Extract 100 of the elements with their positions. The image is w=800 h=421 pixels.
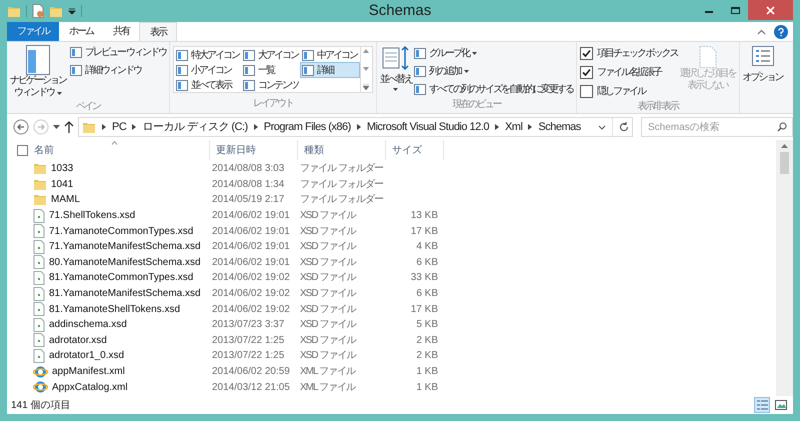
layout-option[interactable]: コンテンツ: [242, 78, 300, 92]
close-button[interactable]: [748, 0, 793, 20]
layout-option[interactable]: 小アイコン: [174, 63, 241, 77]
file-name[interactable]: 81.YamanoteManifestSchema.xsd: [49, 286, 201, 302]
scrollbar-thumb[interactable]: [780, 152, 789, 174]
view-button[interactable]: グループ化: [414, 46, 573, 61]
globe-document-icon: [33, 380, 48, 394]
file-name[interactable]: adrotator1_0.xsd: [49, 348, 124, 364]
search-field[interactable]: Schemasの検索: [641, 117, 793, 137]
table-cell-text: 2 KB: [415, 349, 438, 364]
options-button[interactable]: オプション: [742, 42, 783, 85]
view-button[interactable]: すべての列のサイズを自動的に変更する: [414, 82, 573, 97]
breadcrumb[interactable]: Microsoft Visual Studio 12.0: [366, 118, 489, 136]
large-icons-view-button[interactable]: [773, 397, 789, 413]
folder-icon: [33, 162, 47, 176]
file-name[interactable]: appManifest.xml: [52, 364, 125, 380]
layout-option[interactable]: 特大アイコン: [174, 48, 241, 62]
checkbox[interactable]: [580, 85, 593, 98]
refresh-icon[interactable]: [619, 122, 629, 132]
back-button[interactable]: [13, 119, 29, 135]
file-name[interactable]: 81.YamanoteShellTokens.xsd: [49, 302, 180, 317]
checkbox[interactable]: [580, 47, 593, 60]
column-header[interactable]: サイズ: [386, 140, 444, 160]
table-cell-text: 4 KB: [415, 240, 438, 254]
scroll-up-icon[interactable]: [781, 144, 788, 148]
breadcrumb[interactable]: Schemas: [538, 118, 581, 136]
file-name[interactable]: addinschema.xsd: [49, 317, 127, 332]
scroll-down-icon[interactable]: [363, 66, 370, 70]
layout-option[interactable]: 並べて表示: [174, 78, 241, 92]
navigation-pane-button[interactable]: ナビゲーション ウィンドウ: [10, 45, 66, 99]
vertical-scrollbar[interactable]: [776, 140, 793, 396]
breadcrumb[interactable]: PC: [112, 118, 126, 136]
column-header[interactable]: 名前: [28, 140, 210, 160]
file-name[interactable]: 81.YamanoteCommonTypes.xsd: [49, 270, 194, 286]
breadcrumb[interactable]: Xml: [504, 118, 522, 136]
navigation-pane-icon: [26, 45, 50, 75]
scroll-up-icon[interactable]: [363, 49, 370, 53]
layout-option[interactable]: 一覧: [242, 63, 300, 77]
details-view-button[interactable]: [754, 397, 770, 413]
document-icon: [33, 208, 45, 223]
file-name[interactable]: 1041: [51, 176, 74, 192]
table-cell-text: XSD ファイル: [300, 224, 357, 239]
file-name[interactable]: 71.ShellTokens.xsd: [49, 208, 136, 224]
table-cell-text: 2013/07/22 1:25: [212, 349, 286, 364]
document-icon: [33, 318, 45, 332]
chevron-right-icon[interactable]: [254, 124, 258, 130]
checkbox-label: 項目チェック ボックス: [596, 47, 678, 61]
checkbox-label: 隠しファイル: [596, 84, 645, 99]
table-cell-text: XSD ファイル: [300, 302, 357, 317]
pane-button[interactable]: プレビュー ウィンドウ: [70, 45, 166, 60]
chevron-right-icon[interactable]: [356, 124, 361, 130]
table-cell-text: 1 KB: [415, 380, 438, 395]
pane-button[interactable]: 詳細ウィンドウ: [70, 63, 166, 78]
file-name[interactable]: 80.YamanoteManifestSchema.xsd: [49, 254, 201, 270]
file-name[interactable]: adrotator.xsd: [49, 332, 107, 348]
search-icon: [777, 122, 787, 132]
column-header[interactable]: 更新日時: [210, 140, 298, 160]
view-button[interactable]: 列の追加: [414, 64, 573, 79]
document-icon: [33, 224, 45, 238]
table-cell-text: 2014/06/02 19:01: [212, 224, 291, 239]
chevron-right-icon[interactable]: [494, 124, 499, 130]
collapse-icon[interactable]: [757, 28, 766, 34]
layout-option[interactable]: 詳細: [300, 63, 359, 77]
ribbon-tab[interactable]: 表示: [139, 22, 177, 41]
file-name[interactable]: 71.YamanoteCommonTypes.xsd: [49, 224, 194, 239]
dropdown-icon[interactable]: [598, 124, 606, 130]
document-icon: [33, 255, 45, 270]
file-name[interactable]: 71.YamanoteManifestSchema.xsd: [49, 239, 201, 254]
dropdown-icon[interactable]: [68, 7, 76, 15]
select-all-checkbox[interactable]: [17, 144, 28, 156]
item-count: 141 個の項目: [11, 398, 70, 412]
table-cell-text: 2014/08/08 3:03: [212, 162, 286, 176]
group-label: 表示/非表示: [637, 100, 678, 114]
ribbon-tab[interactable]: ファイル: [7, 22, 59, 41]
ribbon-tab[interactable]: ホーム: [59, 22, 103, 41]
layout-option[interactable]: 大アイコン: [242, 48, 300, 62]
table-cell-text: XSD ファイル: [300, 271, 357, 286]
table-cell-text: XSD ファイル: [300, 240, 357, 254]
chevron-right-icon[interactable]: [102, 124, 106, 130]
breadcrumb[interactable]: Program Files (x86): [264, 118, 351, 136]
address-field[interactable]: PC ローカル ディスク (C:) Program Files (x86) Microsoft Visual Studio 12.0 Xml Schemas: [78, 117, 633, 137]
checkbox[interactable]: [580, 66, 593, 79]
chevron-right-icon[interactable]: [528, 124, 532, 130]
help-icon[interactable]: [774, 24, 788, 38]
chevron-right-icon[interactable]: [132, 124, 136, 130]
column-header[interactable]: 種類: [298, 140, 386, 160]
file-name[interactable]: MAML: [51, 192, 80, 208]
more-icon[interactable]: [363, 84, 370, 90]
table-cell-text: 2014/06/02 19:02: [212, 302, 291, 317]
up-button[interactable]: [64, 121, 74, 133]
table-cell-text: 2014/03/12 21:05: [212, 380, 291, 395]
sort-button[interactable]: 並べ替え: [380, 45, 412, 97]
history-dropdown-icon[interactable]: [53, 125, 60, 129]
file-name[interactable]: AppxCatalog.xml: [52, 380, 128, 395]
window-title: Schemas: [368, 0, 432, 21]
table-cell-text: 17 KB: [410, 224, 438, 239]
layout-option[interactable]: 中アイコン: [300, 48, 359, 62]
ribbon-tab[interactable]: 共有: [103, 22, 139, 41]
breadcrumb[interactable]: ローカル ディスク (C:): [142, 118, 248, 136]
file-name[interactable]: 1033: [51, 161, 74, 176]
